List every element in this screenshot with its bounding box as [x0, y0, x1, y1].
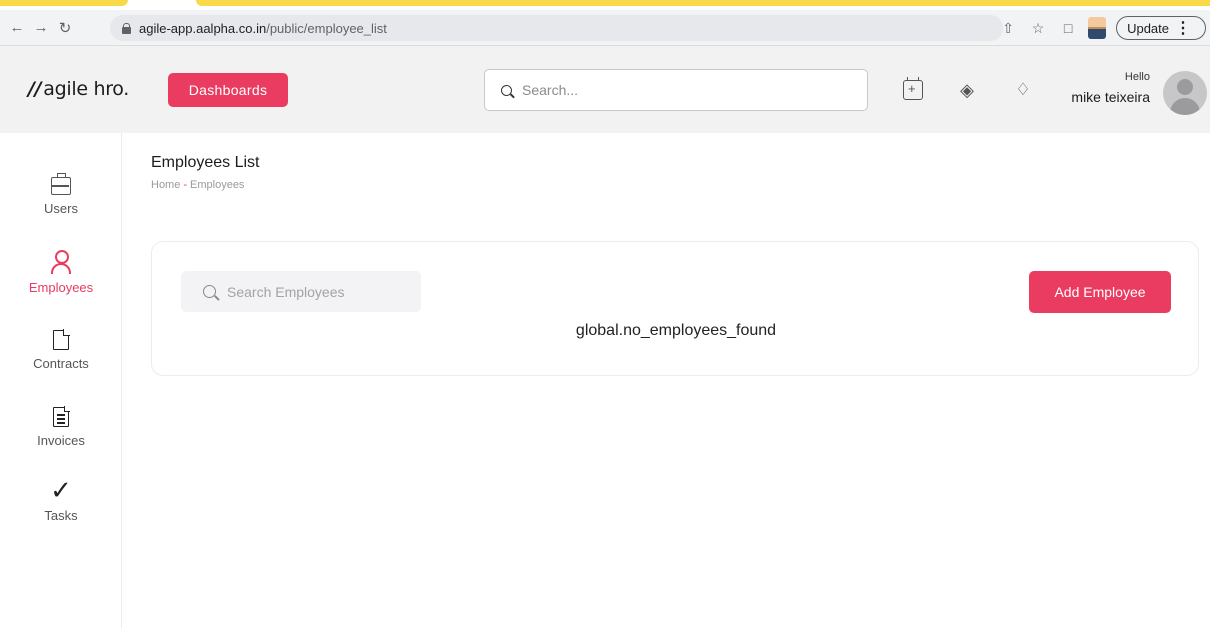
- sidebar-item-label: Tasks: [44, 508, 78, 523]
- highlight-bar: [0, 0, 128, 6]
- sidebar-item-label: Users: [44, 201, 78, 216]
- search-icon: [203, 285, 216, 298]
- employee-search-placeholder: Search Employees: [227, 283, 345, 300]
- page-title: Employees List: [151, 154, 260, 171]
- document-icon: [53, 329, 70, 350]
- menu-dots-icon[interactable]: ⋮: [1175, 18, 1191, 38]
- sidebar: Users Employees Contracts Invoices ✓ Tas…: [0, 133, 122, 628]
- header-search-input[interactable]: Search...: [484, 69, 868, 111]
- username[interactable]: mike teixeira: [1071, 89, 1150, 105]
- sidebar-item-users[interactable]: Users: [0, 173, 122, 216]
- checkmark-icon: ✓: [50, 475, 72, 505]
- logo-text: agile hro.: [43, 78, 130, 100]
- sidebar-item-employees[interactable]: Employees: [0, 250, 122, 295]
- employee-search-input[interactable]: Search Employees: [181, 271, 421, 312]
- breadcrumb-home[interactable]: Home: [151, 179, 180, 191]
- empty-state-message: global.no_employees_found: [575, 322, 777, 339]
- search-icon: [501, 84, 512, 96]
- lock-icon: [122, 22, 131, 34]
- breadcrumb-current: Employees: [190, 179, 245, 191]
- sidepanel-icon[interactable]: □: [1058, 18, 1078, 38]
- greeting-text: Hello: [1124, 71, 1150, 83]
- share-icon[interactable]: ⇧: [998, 18, 1018, 38]
- url-host: agile-app.aalpha.co.in: [139, 20, 267, 36]
- app-logo[interactable]: //agile hro.: [28, 78, 129, 100]
- sidebar-item-invoices[interactable]: Invoices: [0, 406, 122, 448]
- dashboards-button[interactable]: Dashboards: [168, 73, 288, 107]
- bell-icon[interactable]: ♢: [1013, 80, 1033, 100]
- layers-icon[interactable]: ◈: [957, 80, 977, 100]
- url-path: /public/employee_list: [266, 20, 387, 36]
- back-arrow-icon[interactable]: ←: [6, 17, 28, 39]
- breadcrumb: Home - Employees: [151, 179, 244, 191]
- address-bar[interactable]: agile-app.aalpha.co.in/public/employee_l…: [110, 15, 1003, 41]
- app-header: //agile hro. Dashboards Search... ◈ ♢ He…: [0, 46, 1210, 133]
- forward-arrow-icon[interactable]: →: [30, 17, 52, 39]
- browser-toolbar: ← → ↻ agile-app.aalpha.co.in/public/empl…: [0, 10, 1210, 46]
- browser-actions: ⇧ ☆ □ Update ⋮: [998, 10, 1210, 46]
- highlight-bar: [196, 0, 1210, 6]
- reload-icon[interactable]: ↻: [54, 17, 76, 39]
- logo-mark-icon: //: [28, 78, 42, 100]
- employees-card: Search Employees Add Employee global.no_…: [151, 241, 1199, 376]
- avatar[interactable]: [1163, 71, 1207, 115]
- annotation-strip: [0, 0, 1210, 10]
- briefcase-icon: [51, 173, 71, 195]
- sidebar-item-label: Invoices: [37, 433, 85, 448]
- header-search-placeholder: Search...: [522, 82, 579, 98]
- sidebar-item-contracts[interactable]: Contracts: [0, 329, 122, 371]
- profile-icon[interactable]: [1088, 17, 1107, 39]
- update-label: Update: [1127, 20, 1169, 36]
- sidebar-item-label: Employees: [28, 280, 94, 295]
- update-button[interactable]: Update ⋮: [1116, 16, 1206, 40]
- calendar-add-icon[interactable]: [903, 77, 923, 100]
- sidebar-item-label: Contracts: [33, 356, 89, 371]
- invoice-icon: [53, 406, 70, 427]
- person-icon: [51, 250, 71, 274]
- breadcrumb-separator: -: [183, 179, 188, 191]
- sidebar-item-tasks[interactable]: ✓ Tasks: [0, 475, 122, 523]
- add-employee-button[interactable]: Add Employee: [1029, 271, 1171, 313]
- star-icon[interactable]: ☆: [1028, 18, 1048, 38]
